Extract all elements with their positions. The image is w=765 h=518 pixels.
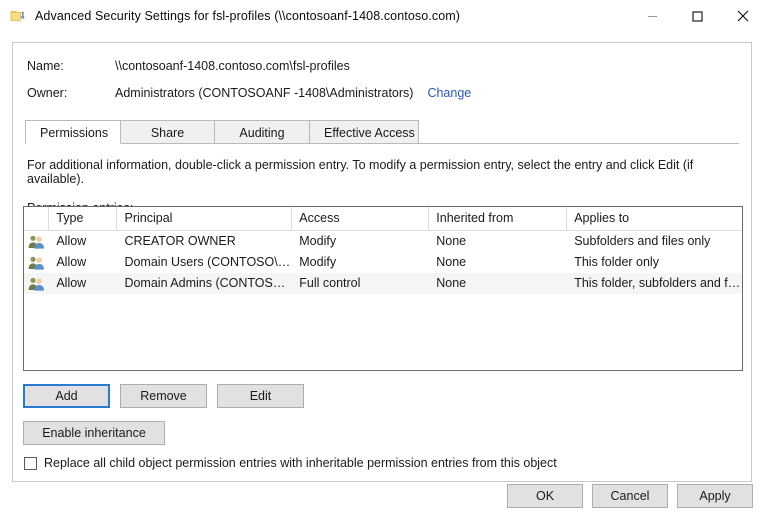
table-row[interactable]: Allow Domain Admins (CONTOSO\... Full co… xyxy=(24,273,742,294)
header-inherited-from[interactable]: Inherited from xyxy=(429,207,567,230)
row-applies-to: This folder only xyxy=(567,252,742,273)
header-applies-to[interactable]: Applies to xyxy=(567,207,742,230)
apply-button[interactable]: Apply xyxy=(677,484,753,508)
group-users-icon xyxy=(24,252,49,273)
row-inherited-from: None xyxy=(429,252,567,273)
row-applies-to: This folder, subfolders and files xyxy=(567,273,742,294)
change-owner-link[interactable]: Change xyxy=(427,86,471,100)
owner-label: Owner: xyxy=(27,86,115,100)
permission-entries-list[interactable]: Type Principal Access Inherited from App… xyxy=(23,206,743,371)
tab-strip: Permissions Share Auditing Effective Acc… xyxy=(13,119,751,144)
security-settings-panel: Name: \\contosoanf-1408.contoso.com\fsl-… xyxy=(12,42,752,482)
row-access: Full control xyxy=(292,273,429,294)
row-access: Modify xyxy=(292,252,429,273)
row-principal: Domain Admins (CONTOSO\... xyxy=(117,273,292,294)
tab-permissions[interactable]: Permissions xyxy=(25,120,121,144)
row-type: Allow xyxy=(49,252,117,273)
minimize-icon[interactable] xyxy=(630,0,675,32)
title-bar: Advanced Security Settings for fsl-profi… xyxy=(0,0,765,32)
tab-share[interactable]: Share xyxy=(120,120,215,144)
header-type[interactable]: Type xyxy=(49,207,117,230)
tab-share-label: Share xyxy=(151,126,184,140)
maximize-icon[interactable] xyxy=(675,0,720,32)
enable-inheritance-button[interactable]: Enable inheritance xyxy=(23,421,165,445)
cancel-button[interactable]: Cancel xyxy=(592,484,668,508)
tab-auditing-label: Auditing xyxy=(239,126,284,140)
permission-action-buttons: Add Remove Edit xyxy=(23,384,304,408)
header-principal[interactable]: Principal xyxy=(117,207,292,230)
group-users-icon xyxy=(24,231,49,252)
row-inherited-from: None xyxy=(429,273,567,294)
replace-child-permissions-row[interactable]: Replace all child object permission entr… xyxy=(24,456,557,470)
header-access[interactable]: Access xyxy=(292,207,429,230)
add-button[interactable]: Add xyxy=(23,384,110,408)
edit-button[interactable]: Edit xyxy=(217,384,304,408)
row-access: Modify xyxy=(292,231,429,252)
name-label: Name: xyxy=(27,59,115,73)
window-title: Advanced Security Settings for fsl-profi… xyxy=(35,9,460,23)
close-icon[interactable] xyxy=(720,0,765,32)
row-principal: CREATOR OWNER xyxy=(117,231,292,252)
name-value: \\contosoanf-1408.contoso.com\fsl-profil… xyxy=(115,59,350,73)
tab-effective-access[interactable]: Effective Access xyxy=(309,120,419,144)
owner-value: Administrators (CONTOSOANF -1408\Adminis… xyxy=(115,86,413,100)
name-row: Name: \\contosoanf-1408.contoso.com\fsl-… xyxy=(27,59,737,73)
remove-button[interactable]: Remove xyxy=(120,384,207,408)
tab-permissions-label: Permissions xyxy=(40,126,108,140)
row-type: Allow xyxy=(49,273,117,294)
group-users-icon xyxy=(24,273,49,294)
replace-child-permissions-label: Replace all child object permission entr… xyxy=(44,456,557,470)
row-principal: Domain Users (CONTOSO\Do... xyxy=(117,252,292,273)
window-controls xyxy=(630,0,765,32)
table-header-row: Type Principal Access Inherited from App… xyxy=(24,207,742,231)
info-text: For additional information, double-click… xyxy=(27,158,737,186)
table-row[interactable]: Allow CREATOR OWNER Modify None Subfolde… xyxy=(24,231,742,252)
tab-effective-access-label: Effective Access xyxy=(324,126,415,140)
dialog-footer-buttons: OK Cancel Apply xyxy=(507,484,753,508)
row-inherited-from: None xyxy=(429,231,567,252)
row-type: Allow xyxy=(49,231,117,252)
header-icon-spacer xyxy=(24,207,49,230)
ok-button[interactable]: OK xyxy=(507,484,583,508)
owner-row: Owner: Administrators (CONTOSOANF -1408\… xyxy=(27,86,737,100)
tab-auditing[interactable]: Auditing xyxy=(214,120,310,144)
folder-security-icon xyxy=(10,8,26,24)
table-row[interactable]: Allow Domain Users (CONTOSO\Do... Modify… xyxy=(24,252,742,273)
row-applies-to: Subfolders and files only xyxy=(567,231,742,252)
replace-child-permissions-checkbox[interactable] xyxy=(24,457,37,470)
